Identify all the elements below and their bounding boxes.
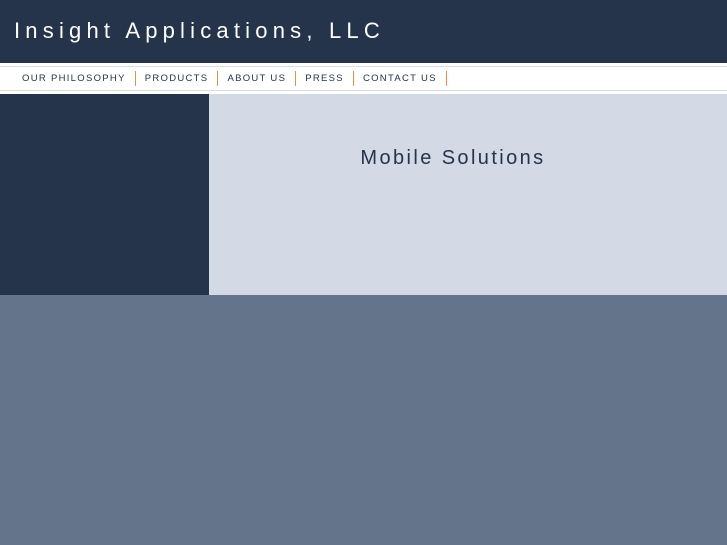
- site-title[interactable]: Insight Applications, LLC: [14, 18, 385, 44]
- nav-item-products[interactable]: PRODUCTS: [136, 71, 219, 86]
- nav-rule-top: [0, 66, 727, 67]
- footer-area: [0, 295, 727, 545]
- nav-item-our-philosophy[interactable]: OUR PHILOSOPHY: [13, 71, 136, 86]
- left-sidebar-panel: [0, 94, 209, 295]
- nav-item-contact-us[interactable]: CONTACT US: [354, 71, 447, 86]
- nav-rule-bottom: [0, 90, 727, 91]
- nav-list: OUR PHILOSOPHY PRODUCTS ABOUT US PRESS C…: [13, 71, 447, 86]
- content-panel: Mobile Solutions: [209, 94, 727, 295]
- site-header: Insight Applications, LLC: [0, 0, 727, 63]
- nav-item-press[interactable]: PRESS: [296, 71, 354, 86]
- page-title: Mobile Solutions: [360, 147, 546, 169]
- nav-item-about-us[interactable]: ABOUT US: [218, 71, 297, 86]
- nav-bar: OUR PHILOSOPHY PRODUCTS ABOUT US PRESS C…: [0, 63, 727, 94]
